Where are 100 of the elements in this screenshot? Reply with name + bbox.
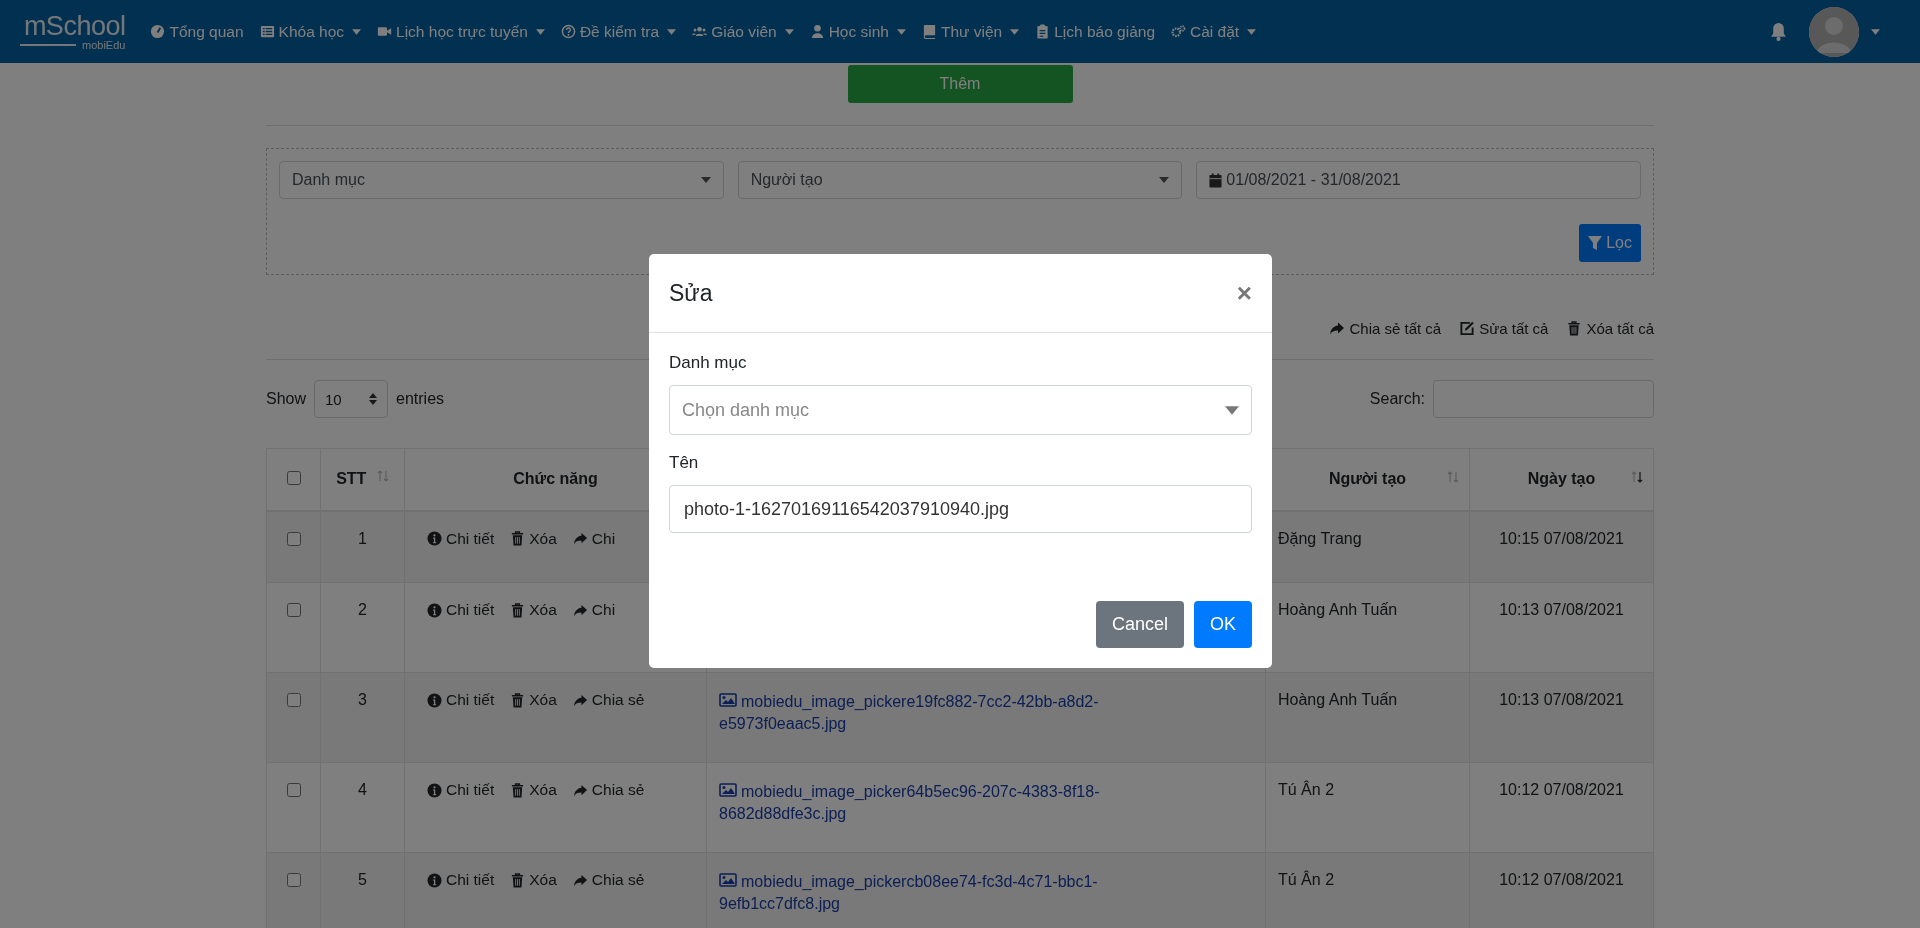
- caret-icon: [535, 28, 545, 35]
- trash-icon: [510, 782, 526, 798]
- nav-menu-item[interactable]: Thư viện: [914, 16, 1027, 47]
- cancel-button[interactable]: Cancel: [1095, 601, 1184, 648]
- field-label: Tên: [669, 453, 700, 473]
- row-action-link[interactable]: Xóa: [510, 601, 557, 619]
- search-field[interactable]: [1433, 380, 1654, 418]
- category-dropdown[interactable]: Chọn danh mục: [669, 385, 1252, 435]
- clipboard-icon: [1035, 24, 1051, 39]
- dialog-title: Sửa: [669, 279, 713, 307]
- row-action-link[interactable]: Xóa: [510, 691, 557, 709]
- info-icon: [427, 692, 442, 708]
- date-cell: 10:15 07/08/2021: [1499, 529, 1624, 547]
- caret-icon: [1871, 28, 1880, 35]
- gears-icon: [1171, 24, 1186, 39]
- row-checkbox[interactable]: [286, 693, 301, 707]
- index-cell: 1: [358, 529, 367, 547]
- bulk-action-link[interactable]: Sửa tất cả: [1459, 320, 1549, 337]
- users-icon: [692, 24, 708, 39]
- image-icon: [719, 873, 737, 887]
- nav-menu-item[interactable]: Đề kiểm tra: [553, 16, 684, 47]
- trash-icon: [1566, 321, 1583, 336]
- date-cell: 10:12 07/08/2021: [1499, 781, 1624, 798]
- index-cell: 2: [358, 601, 367, 618]
- caret-icon: [1247, 28, 1257, 35]
- bulk-action-link[interactable]: Xóa tất cả: [1566, 320, 1654, 337]
- caret-icon: [1010, 28, 1020, 35]
- nav-menu-item[interactable]: Tổng quan: [143, 16, 251, 47]
- row-action-link[interactable]: Xóa: [510, 529, 557, 548]
- row-action-link[interactable]: Chi: [572, 529, 616, 548]
- share-arrow-icon: [572, 602, 588, 618]
- row-action-link[interactable]: Xóa: [510, 871, 557, 889]
- nav-menu-item[interactable]: Giáo viên: [685, 16, 801, 47]
- trash-icon: [510, 692, 526, 708]
- category-select[interactable]: Danh mục: [279, 161, 724, 199]
- bulk-action-link[interactable]: Chia sẻ tất cả: [1329, 320, 1442, 337]
- creator-select[interactable]: Người tạo: [737, 161, 1183, 199]
- creator-cell: Tú Ân 2: [1278, 781, 1335, 798]
- row-action-link[interactable]: Chia sẻ: [572, 781, 645, 799]
- user-avatar[interactable]: [1809, 6, 1859, 57]
- add-button[interactable]: Thêm: [847, 65, 1073, 103]
- date-cell: 10:13 07/08/2021: [1499, 601, 1624, 618]
- info-icon: [427, 872, 442, 888]
- column-header[interactable]: Người tạo: [1328, 470, 1407, 488]
- column-header[interactable]: Ngày tạo: [1527, 470, 1596, 488]
- row-action-link[interactable]: Chia sẻ: [572, 871, 645, 889]
- info-icon: [427, 782, 442, 798]
- row-action-link[interactable]: Chi tiết: [427, 781, 495, 799]
- nav-menu-item[interactable]: Học sinh: [802, 16, 913, 47]
- row-action-link[interactable]: Chi tiết: [427, 871, 495, 889]
- date-range-field[interactable]: 01/08/2021 - 31/08/2021: [1196, 161, 1641, 199]
- row-checkbox[interactable]: [286, 603, 301, 617]
- row-action-link[interactable]: Chi tiết: [427, 691, 495, 709]
- ok-button[interactable]: OK: [1194, 601, 1252, 648]
- notification-bell-icon[interactable]: [1770, 22, 1787, 41]
- row-checkbox[interactable]: [286, 531, 301, 546]
- show-label: Show: [266, 390, 307, 408]
- index-cell: 4: [358, 781, 367, 798]
- nav-menu-item[interactable]: Cài đặt: [1164, 16, 1264, 47]
- trash-icon: [510, 602, 526, 618]
- image-icon: [719, 783, 737, 797]
- nav-menu-item[interactable]: Khóa học: [252, 16, 369, 47]
- help-icon: [560, 24, 576, 39]
- dashboard-icon: [150, 24, 166, 39]
- index-cell: 5: [358, 871, 367, 888]
- list-icon: [259, 24, 275, 39]
- name-input[interactable]: photo-1-16270169116542037910940.jpg: [669, 485, 1252, 533]
- column-header[interactable]: Chức năng: [513, 470, 598, 488]
- row-action-link[interactable]: Chi tiết: [427, 529, 495, 548]
- row-action-link[interactable]: Chi tiết: [427, 601, 495, 619]
- nav-menu-item[interactable]: Lịch báo giảng: [1028, 16, 1162, 47]
- row-action-link[interactable]: Xóa: [510, 781, 557, 799]
- up-down-arrows-icon: [369, 393, 378, 405]
- row-action-link[interactable]: Chia sẻ: [572, 691, 645, 709]
- field-label: Danh mục: [669, 353, 748, 373]
- select-all-checkbox[interactable]: [286, 471, 301, 486]
- date-cell: 10:13 07/08/2021: [1499, 691, 1624, 708]
- row-action-link[interactable]: Chi: [572, 601, 616, 619]
- book-icon: [921, 24, 937, 39]
- calendar-icon: [1209, 172, 1223, 188]
- sort-icon[interactable]: [1631, 471, 1643, 483]
- index-cell: 3: [358, 691, 367, 708]
- logo[interactable]: mSchool mobiEdu: [20, 12, 126, 51]
- caret-icon: [667, 28, 677, 35]
- close-button[interactable]: ×: [1236, 277, 1252, 309]
- filter-button[interactable]: Lọc: [1579, 224, 1641, 262]
- edit-icon: [1459, 321, 1476, 336]
- page-length-select[interactable]: 10: [314, 380, 389, 418]
- row-checkbox[interactable]: [286, 873, 301, 887]
- creator-cell: Hoàng Anh Tuấn: [1278, 601, 1398, 618]
- caret-icon: [352, 28, 362, 35]
- creator-cell: Tú Ân 2: [1278, 871, 1335, 888]
- info-icon: [427, 602, 442, 618]
- nav-menu-item[interactable]: Lịch học trực tuyến: [370, 16, 552, 47]
- trash-icon: [510, 531, 526, 546]
- row-checkbox[interactable]: [286, 783, 301, 797]
- creator-cell: Đặng Trang: [1278, 529, 1362, 547]
- share-arrow-icon: [572, 782, 588, 798]
- column-header[interactable]: STT: [336, 470, 367, 488]
- date-cell: 10:12 07/08/2021: [1499, 871, 1624, 888]
